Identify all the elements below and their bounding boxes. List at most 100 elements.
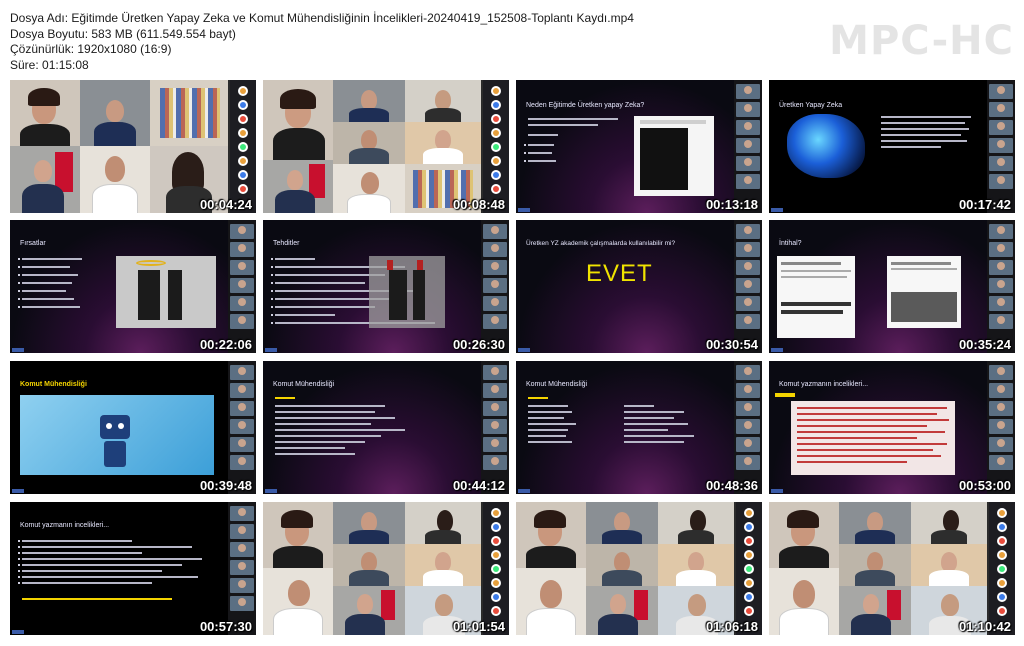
- participant-tile: [658, 502, 734, 544]
- timestamp: 01:06:18: [705, 619, 758, 634]
- participant-strip: [481, 220, 509, 353]
- participant-strip: [987, 220, 1015, 353]
- participant-strip: [734, 80, 762, 213]
- timestamp: 01:01:54: [452, 619, 505, 634]
- participant-tile: [839, 586, 911, 635]
- participant-tile: [333, 586, 405, 635]
- slide-title: Neden Eğitimde Üretken yapay Zeka?: [526, 102, 645, 109]
- thumbnail-5[interactable]: Fırsatlar 00:22:06: [10, 220, 256, 353]
- reaction-strip: [483, 502, 509, 635]
- thumbnail-13[interactable]: Komut yazmanın incelikleri... 00:57:30: [10, 502, 256, 635]
- article-image: [887, 256, 961, 328]
- thumbnail-15[interactable]: 01:06:18: [516, 502, 762, 635]
- ai-head-image: [787, 114, 865, 178]
- participant-tile: [839, 502, 911, 544]
- reaction-strip: [230, 80, 256, 213]
- file-info: Dosya Adı: Eğitimde Üretken Yapay Zeka v…: [10, 11, 634, 73]
- thumbnail-10[interactable]: Komut Mühendisliği 00:44:12: [263, 361, 509, 494]
- thumbnail-3[interactable]: Neden Eğitimde Üretken yapay Zeka? 00:13…: [516, 80, 762, 213]
- timestamp: 00:57:30: [199, 619, 252, 634]
- slide-title: Tehditler: [273, 240, 300, 247]
- slide-title: İntihal?: [779, 240, 802, 247]
- timestamp: 00:30:54: [705, 337, 758, 352]
- thumbnail-11[interactable]: Komut Mühendisliği 00:48:36: [516, 361, 762, 494]
- ai-image: [369, 256, 445, 328]
- timestamp: 00:35:24: [958, 337, 1011, 352]
- slide: İntihal?: [769, 220, 987, 353]
- slide: Komut Mühendisliği: [516, 361, 734, 494]
- timestamp: 00:17:42: [958, 197, 1011, 212]
- slide: Komut yazmanın incelikleri...: [769, 361, 987, 494]
- participant-tile: [263, 568, 333, 635]
- timestamp: 00:48:36: [705, 478, 758, 493]
- thumbnail-12[interactable]: Komut yazmanın incelikleri... 00:53:00: [769, 361, 1015, 494]
- article-image: [777, 256, 855, 338]
- participant-tile: [405, 80, 481, 122]
- participant-tile: [405, 122, 481, 164]
- participant-tile: [10, 146, 80, 213]
- thumbnail-2[interactable]: 00:08:48: [263, 80, 509, 213]
- participant-strip: [987, 80, 1015, 213]
- participant-tile: [333, 544, 405, 586]
- participant-tile: [150, 80, 228, 146]
- robot-image: [20, 395, 214, 475]
- participant-tile: [516, 568, 586, 635]
- participant-tile: [80, 80, 150, 146]
- slide-title: Komut yazmanın incelikleri...: [779, 381, 869, 388]
- participant-strip: [228, 502, 256, 635]
- thumbnail-4[interactable]: Üretken Yapay Zeka 00:17:42: [769, 80, 1015, 213]
- participant-tile: [911, 502, 987, 544]
- thumbnail-9[interactable]: Komut Mühendisliği 00:39:48: [10, 361, 256, 494]
- participant-tile: [586, 544, 658, 586]
- reaction-strip: [736, 502, 762, 635]
- timestamp: 01:10:42: [958, 619, 1011, 634]
- slide-title: Komut yazmanın incelikleri...: [20, 522, 110, 529]
- slide: Komut Mühendisliği: [10, 361, 228, 494]
- thumbnail-6[interactable]: Tehditler 00:26:30: [263, 220, 509, 353]
- file-duration: Süre: 01:15:08: [10, 57, 89, 72]
- thumbnail-16[interactable]: 01:10:42: [769, 502, 1015, 635]
- slide: Tehditler: [263, 220, 481, 353]
- timestamp: 00:22:06: [199, 337, 252, 352]
- thumbnail-7[interactable]: Üretken YZ akademik çalışmalarda kullanı…: [516, 220, 762, 353]
- mpc-hc-logo: MPC-HC: [829, 18, 1014, 64]
- slide-title: Fırsatlar: [20, 240, 46, 247]
- participant-strip: [481, 361, 509, 494]
- participant-tile: [911, 544, 987, 586]
- slide: Fırsatlar: [10, 220, 228, 353]
- timestamp: 00:08:48: [452, 197, 505, 212]
- slide-title: Komut Mühendisliği: [20, 381, 87, 388]
- participant-tile: [769, 568, 839, 635]
- participant-strip: [228, 361, 256, 494]
- participant-tile: [263, 80, 333, 160]
- slide-title: Üretken Yapay Zeka: [779, 102, 843, 109]
- timestamp: 00:53:00: [958, 478, 1011, 493]
- participant-tile: [333, 164, 405, 213]
- slide: Üretken YZ akademik çalışmalarda kullanı…: [516, 220, 734, 353]
- file-resolution: Çözünürlük: 1920x1080 (16:9): [10, 42, 172, 57]
- participant-tile: [333, 502, 405, 544]
- participant-strip: [734, 361, 762, 494]
- participant-strip: [987, 361, 1015, 494]
- timestamp: 00:04:24: [199, 197, 252, 212]
- participant-tile: [516, 502, 586, 568]
- participant-tile: [839, 544, 911, 586]
- participant-strip: [228, 220, 256, 353]
- slide: Üretken Yapay Zeka: [769, 80, 987, 213]
- thumbnail-1[interactable]: 00:04:24: [10, 80, 256, 213]
- thumbnail-8[interactable]: İntihal? 00:35:24: [769, 220, 1015, 353]
- participant-tile: [586, 502, 658, 544]
- file-size: Dosya Boyutu: 583 MB (611.549.554 bayt): [10, 26, 236, 41]
- timestamp: 00:26:30: [452, 337, 505, 352]
- thumbnail-14[interactable]: 01:01:54: [263, 502, 509, 635]
- slide-big-text: EVET: [586, 260, 653, 287]
- participant-tile: [80, 146, 150, 213]
- participant-tile: [333, 80, 405, 122]
- participant-tile: [586, 586, 658, 635]
- slide: Komut Mühendisliği: [263, 361, 481, 494]
- participant-tile: [263, 160, 333, 213]
- participant-tile: [405, 502, 481, 544]
- timestamp: 00:13:18: [705, 197, 758, 212]
- timestamp: 00:44:12: [452, 478, 505, 493]
- timestamp: 00:39:48: [199, 478, 252, 493]
